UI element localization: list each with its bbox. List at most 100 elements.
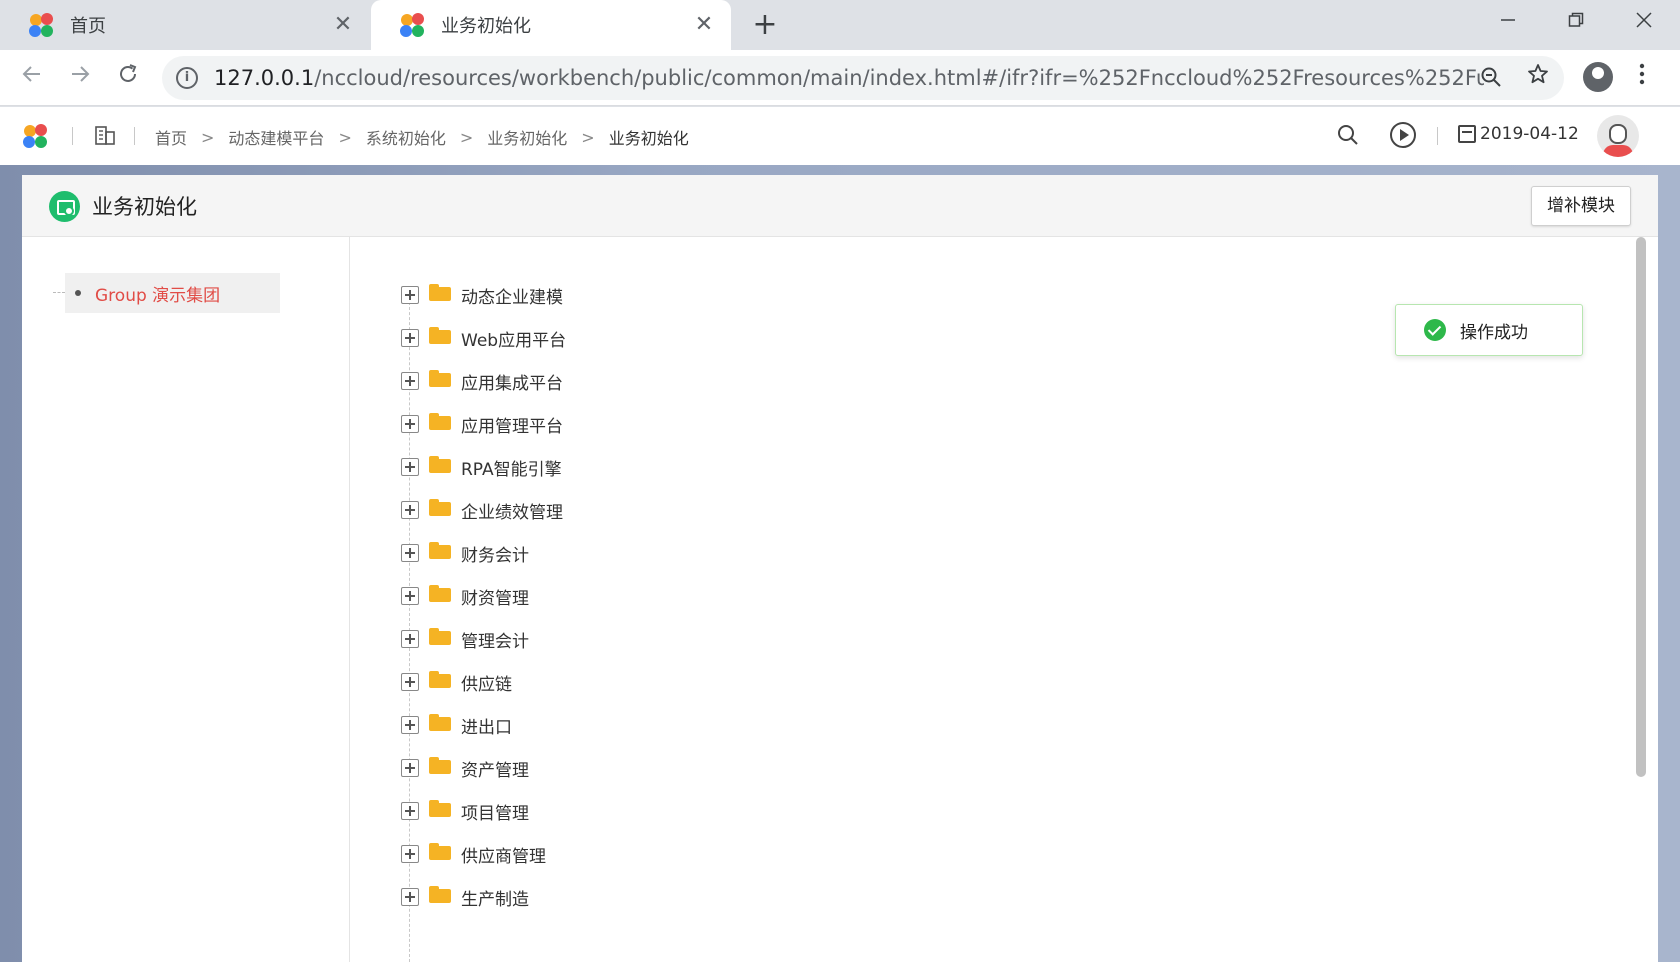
toast-message: 操作成功: [1460, 322, 1528, 343]
add-module-button[interactable]: 增补模块: [1531, 186, 1631, 226]
tab-business-init[interactable]: 业务初始化 ✕: [371, 0, 731, 50]
folder-icon: [429, 584, 451, 602]
tree-node-module[interactable]: 资产管理: [401, 753, 529, 783]
tree-node-module[interactable]: 供应商管理: [401, 839, 546, 869]
app-header: 首页 > 动态建模平台 > 系统初始化 > 业务初始化 > 业务初始化 2019…: [0, 107, 1680, 165]
expand-plus-icon[interactable]: [401, 630, 419, 648]
new-tab-button[interactable]: +: [748, 8, 782, 42]
address-bar[interactable]: i 127.0.0.1/nccloud/resources/workbench/…: [162, 56, 1564, 100]
expand-plus-icon[interactable]: [401, 329, 419, 347]
tree-node-module[interactable]: 应用集成平台: [401, 366, 563, 396]
folder-icon: [429, 412, 451, 430]
folder-icon: [429, 498, 451, 516]
tree-node-module[interactable]: 供应链: [401, 667, 512, 697]
url-path: /nccloud/resources/workbench/public/comm…: [314, 66, 1484, 90]
date-display[interactable]: 2019-04-12: [1458, 124, 1579, 144]
tree-node-module[interactable]: 动态企业建模: [401, 280, 563, 310]
url-text[interactable]: 127.0.0.1/nccloud/resources/workbench/pu…: [214, 66, 1484, 90]
play-icon[interactable]: [1390, 122, 1416, 148]
expand-plus-icon[interactable]: [401, 759, 419, 777]
avatar[interactable]: [1597, 115, 1639, 157]
folder-icon: [429, 541, 451, 559]
forward-arrow-icon[interactable]: [64, 62, 96, 94]
breadcrumb-current: 业务初始化: [608, 129, 689, 148]
expand-plus-icon[interactable]: [401, 802, 419, 820]
expand-plus-icon[interactable]: [401, 372, 419, 390]
tree-node-module[interactable]: Web应用平台: [401, 323, 566, 353]
app-logo-icon[interactable]: [22, 123, 50, 149]
expand-plus-icon[interactable]: [401, 845, 419, 863]
close-tab-icon[interactable]: ✕: [691, 12, 717, 38]
tree-node-module[interactable]: RPA智能引擎: [401, 452, 562, 482]
tree-node-group[interactable]: Group 演示集团: [53, 273, 280, 313]
account-icon[interactable]: [1583, 62, 1613, 92]
folder-icon: [429, 756, 451, 774]
tab-title: 业务初始化: [441, 16, 531, 37]
minimize-icon[interactable]: [1488, 6, 1528, 36]
tree-node-module[interactable]: 进出口: [401, 710, 512, 740]
tree-node-module[interactable]: 项目管理: [401, 796, 529, 826]
page-title: 业务初始化: [92, 195, 197, 219]
restore-icon[interactable]: [1556, 6, 1596, 36]
app-logo-icon: [399, 12, 427, 38]
tree-node-module[interactable]: 财资管理: [401, 581, 529, 611]
module-label: 生产制造: [461, 889, 529, 910]
current-date: 2019-04-12: [1480, 124, 1579, 144]
tab-title: 首页: [70, 16, 106, 37]
chevron-right-icon: >: [459, 127, 474, 147]
folder-icon: [429, 283, 451, 301]
module-label: 财资管理: [461, 588, 529, 609]
module-label: 进出口: [461, 717, 512, 738]
expand-plus-icon[interactable]: [401, 888, 419, 906]
expand-plus-icon[interactable]: [401, 716, 419, 734]
expand-plus-icon[interactable]: [401, 415, 419, 433]
module-label: 财务会计: [461, 545, 529, 566]
folder-icon: [429, 713, 451, 731]
expand-plus-icon[interactable]: [401, 673, 419, 691]
module-label: 应用集成平台: [461, 373, 563, 394]
expand-plus-icon[interactable]: [401, 458, 419, 476]
module-label: 应用管理平台: [461, 416, 563, 437]
zoom-icon[interactable]: [1480, 66, 1502, 93]
vertical-scrollbar[interactable]: [1636, 237, 1646, 777]
module-label: 企业绩效管理: [461, 502, 563, 523]
tree-node-module[interactable]: 企业绩效管理: [401, 495, 563, 525]
tree-node-module[interactable]: 生产制造: [401, 882, 529, 912]
module-label: RPA智能引擎: [461, 459, 562, 480]
folder-icon: [429, 627, 451, 645]
reload-icon[interactable]: [112, 62, 144, 94]
expand-plus-icon[interactable]: [401, 544, 419, 562]
breadcrumb-item[interactable]: 首页: [155, 125, 187, 149]
group-label: Group 演示集团: [95, 285, 221, 306]
divider: [72, 127, 73, 145]
tree-node-module[interactable]: 管理会计: [401, 624, 529, 654]
folder-icon: [429, 842, 451, 860]
back-arrow-icon[interactable]: [16, 62, 48, 94]
chevron-right-icon: >: [338, 127, 352, 147]
tab-home[interactable]: 首页 ✕: [0, 0, 370, 50]
expand-plus-icon[interactable]: [401, 587, 419, 605]
module-label: Web应用平台: [461, 330, 567, 351]
expand-plus-icon[interactable]: [401, 501, 419, 519]
tree-node-module[interactable]: 应用管理平台: [401, 409, 563, 439]
close-tab-icon[interactable]: ✕: [330, 12, 356, 38]
main-card: 业务初始化 增补模块 Group 演示集团 动态企业建模 Web应用平台 应用集成平…: [22, 175, 1658, 962]
breadcrumb-item[interactable]: 动态建模平台: [228, 125, 324, 149]
module-label: 供应商管理: [461, 846, 546, 867]
star-icon[interactable]: [1526, 62, 1550, 93]
chevron-right-icon: >: [201, 127, 215, 147]
bullet-icon: [75, 290, 81, 296]
info-icon[interactable]: i: [176, 67, 198, 89]
tree-node-module[interactable]: 财务会计: [401, 538, 529, 568]
building-icon[interactable]: [94, 124, 116, 146]
menu-dots-icon[interactable]: [1632, 62, 1652, 92]
close-icon[interactable]: [1624, 6, 1664, 36]
folder-icon: [429, 455, 451, 473]
breadcrumb-item[interactable]: 系统初始化: [366, 125, 446, 149]
breadcrumb-item[interactable]: 业务初始化: [487, 125, 567, 149]
expand-plus-icon[interactable]: [401, 286, 419, 304]
module-label: 管理会计: [461, 631, 529, 652]
search-icon[interactable]: [1336, 123, 1360, 147]
folder-icon: [429, 326, 451, 344]
browser-toolbar: i 127.0.0.1/nccloud/resources/workbench/…: [0, 50, 1680, 106]
